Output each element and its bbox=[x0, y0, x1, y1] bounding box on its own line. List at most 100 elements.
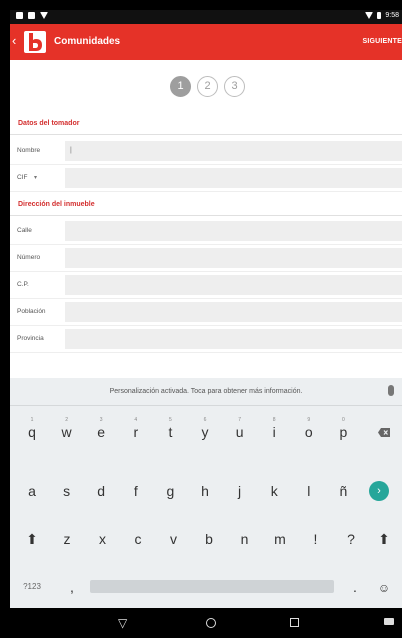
enter-key[interactable]: › bbox=[362, 474, 396, 508]
key-?[interactable]: ? bbox=[334, 522, 368, 556]
shift-icon: ⬆ bbox=[26, 531, 38, 547]
key-f[interactable]: f bbox=[119, 474, 153, 508]
form-row-poblacion: Población bbox=[10, 299, 402, 326]
microphone-icon[interactable] bbox=[388, 385, 394, 396]
key-j[interactable]: j bbox=[223, 474, 257, 508]
key-hint: 5 bbox=[169, 417, 172, 423]
backspace-key[interactable] bbox=[367, 415, 401, 449]
key-h-label: h bbox=[201, 483, 209, 499]
key-i[interactable]: i8 bbox=[257, 415, 291, 449]
key-x[interactable]: x bbox=[86, 522, 120, 556]
chevron-down-icon[interactable]: ▾ bbox=[34, 174, 37, 181]
gmail-icon bbox=[28, 12, 35, 19]
key-h[interactable]: h bbox=[188, 474, 222, 508]
key-e[interactable]: e3 bbox=[84, 415, 118, 449]
home-circle-icon[interactable] bbox=[206, 618, 216, 628]
key-m-label: m bbox=[274, 531, 286, 547]
poblacion-label: Población bbox=[17, 308, 46, 315]
key-hint: 6 bbox=[203, 417, 207, 423]
key-hint: 7 bbox=[238, 417, 241, 423]
next-button[interactable]: SIGUIENTE bbox=[362, 38, 402, 45]
provincia-field[interactable] bbox=[65, 329, 402, 349]
poblacion-field[interactable] bbox=[65, 302, 402, 322]
key-n-label: n bbox=[240, 531, 249, 547]
key-ñ-label: ñ bbox=[339, 483, 348, 499]
shift-key-left[interactable]: ⬆ bbox=[15, 522, 49, 556]
key-t[interactable]: t5 bbox=[153, 415, 187, 449]
key-y[interactable]: y6 bbox=[188, 415, 222, 449]
form-row-provincia: Provincia bbox=[10, 326, 402, 353]
key-hint: 8 bbox=[272, 417, 276, 423]
key-m[interactable]: m bbox=[263, 522, 297, 556]
key-v-label: v bbox=[170, 531, 177, 547]
form-row-numero: Número bbox=[10, 245, 402, 272]
app-bar: ‹ Comunidades SIGUIENTE bbox=[10, 24, 402, 60]
key-q[interactable]: q1 bbox=[15, 415, 49, 449]
key-hint: 2 bbox=[65, 417, 68, 423]
calle-field[interactable] bbox=[65, 221, 402, 241]
comma-key-label: , bbox=[70, 579, 74, 595]
divider bbox=[10, 134, 402, 135]
key-?-label: ? bbox=[347, 531, 355, 547]
key-d[interactable]: d bbox=[84, 474, 118, 508]
key-z-label: z bbox=[63, 531, 71, 547]
key-n[interactable]: n bbox=[228, 522, 262, 556]
period-key-label: . bbox=[353, 579, 357, 595]
key-c[interactable]: c bbox=[121, 522, 155, 556]
symbols-key[interactable]: ?123 bbox=[15, 570, 49, 604]
step-3: 3 bbox=[224, 76, 245, 97]
cp-field[interactable] bbox=[65, 275, 402, 295]
twitter-icon bbox=[16, 12, 23, 19]
navigation-bar: ▽ bbox=[10, 608, 402, 638]
numero-field[interactable] bbox=[65, 248, 402, 268]
key-u[interactable]: u7 bbox=[223, 415, 257, 449]
key-![interactable]: ! bbox=[299, 522, 333, 556]
form-row-calle: Calle bbox=[10, 218, 402, 245]
key-k-label: k bbox=[270, 483, 278, 499]
b-logo-icon bbox=[24, 31, 46, 53]
battery-icon bbox=[377, 12, 382, 19]
key-g[interactable]: g bbox=[153, 474, 187, 508]
key-u-label: u bbox=[235, 424, 244, 440]
recents-square-icon[interactable] bbox=[290, 618, 299, 627]
cp-label: C.P. bbox=[17, 281, 29, 288]
suggestion-strip[interactable]: Personalización activada. Toca para obte… bbox=[10, 378, 402, 406]
shift-key-right[interactable]: ⬆ bbox=[367, 522, 401, 556]
key-z[interactable]: z bbox=[50, 522, 84, 556]
key-j-label: j bbox=[238, 483, 242, 499]
emoji-key[interactable]: ☺ bbox=[367, 570, 401, 604]
key-i-label: i bbox=[272, 424, 276, 440]
key-d-label: d bbox=[97, 483, 106, 499]
chevron-left-icon[interactable]: ‹ bbox=[12, 34, 16, 48]
key-ñ[interactable]: ñ bbox=[326, 474, 360, 508]
nombre-field[interactable]: | bbox=[65, 141, 402, 161]
nombre-value: | bbox=[70, 147, 72, 154]
step-indicator: 1 2 3 bbox=[170, 76, 245, 97]
key-y-label: y bbox=[201, 424, 209, 440]
key-o[interactable]: o9 bbox=[292, 415, 326, 449]
key-a-label: a bbox=[28, 483, 36, 499]
key-k[interactable]: k bbox=[257, 474, 291, 508]
key-s[interactable]: s bbox=[50, 474, 84, 508]
keyboard-icon[interactable] bbox=[384, 618, 394, 625]
key-b[interactable]: b bbox=[192, 522, 226, 556]
key-a[interactable]: a bbox=[15, 474, 49, 508]
space-key[interactable] bbox=[90, 580, 334, 593]
section-title-inmueble: Dirección del inmueble bbox=[18, 201, 95, 208]
key-w[interactable]: w2 bbox=[50, 415, 84, 449]
key-r[interactable]: r4 bbox=[119, 415, 153, 449]
key-r-label: r bbox=[133, 424, 139, 440]
cif-label: CIF bbox=[17, 174, 28, 181]
back-triangle-icon[interactable]: ▽ bbox=[118, 616, 127, 630]
location-icon bbox=[40, 12, 48, 19]
cif-field[interactable] bbox=[65, 168, 402, 188]
key-l[interactable]: l bbox=[292, 474, 326, 508]
key-o-label: o bbox=[304, 424, 313, 440]
form-row-cif: CIF ▾ bbox=[10, 165, 402, 192]
key-p[interactable]: p0 bbox=[326, 415, 360, 449]
comma-key[interactable]: , bbox=[55, 570, 89, 604]
key-v[interactable]: v bbox=[157, 522, 191, 556]
form-row-cp: C.P. bbox=[10, 272, 402, 299]
shift-icon: ⬆ bbox=[378, 531, 390, 547]
key-f-label: f bbox=[133, 483, 138, 499]
